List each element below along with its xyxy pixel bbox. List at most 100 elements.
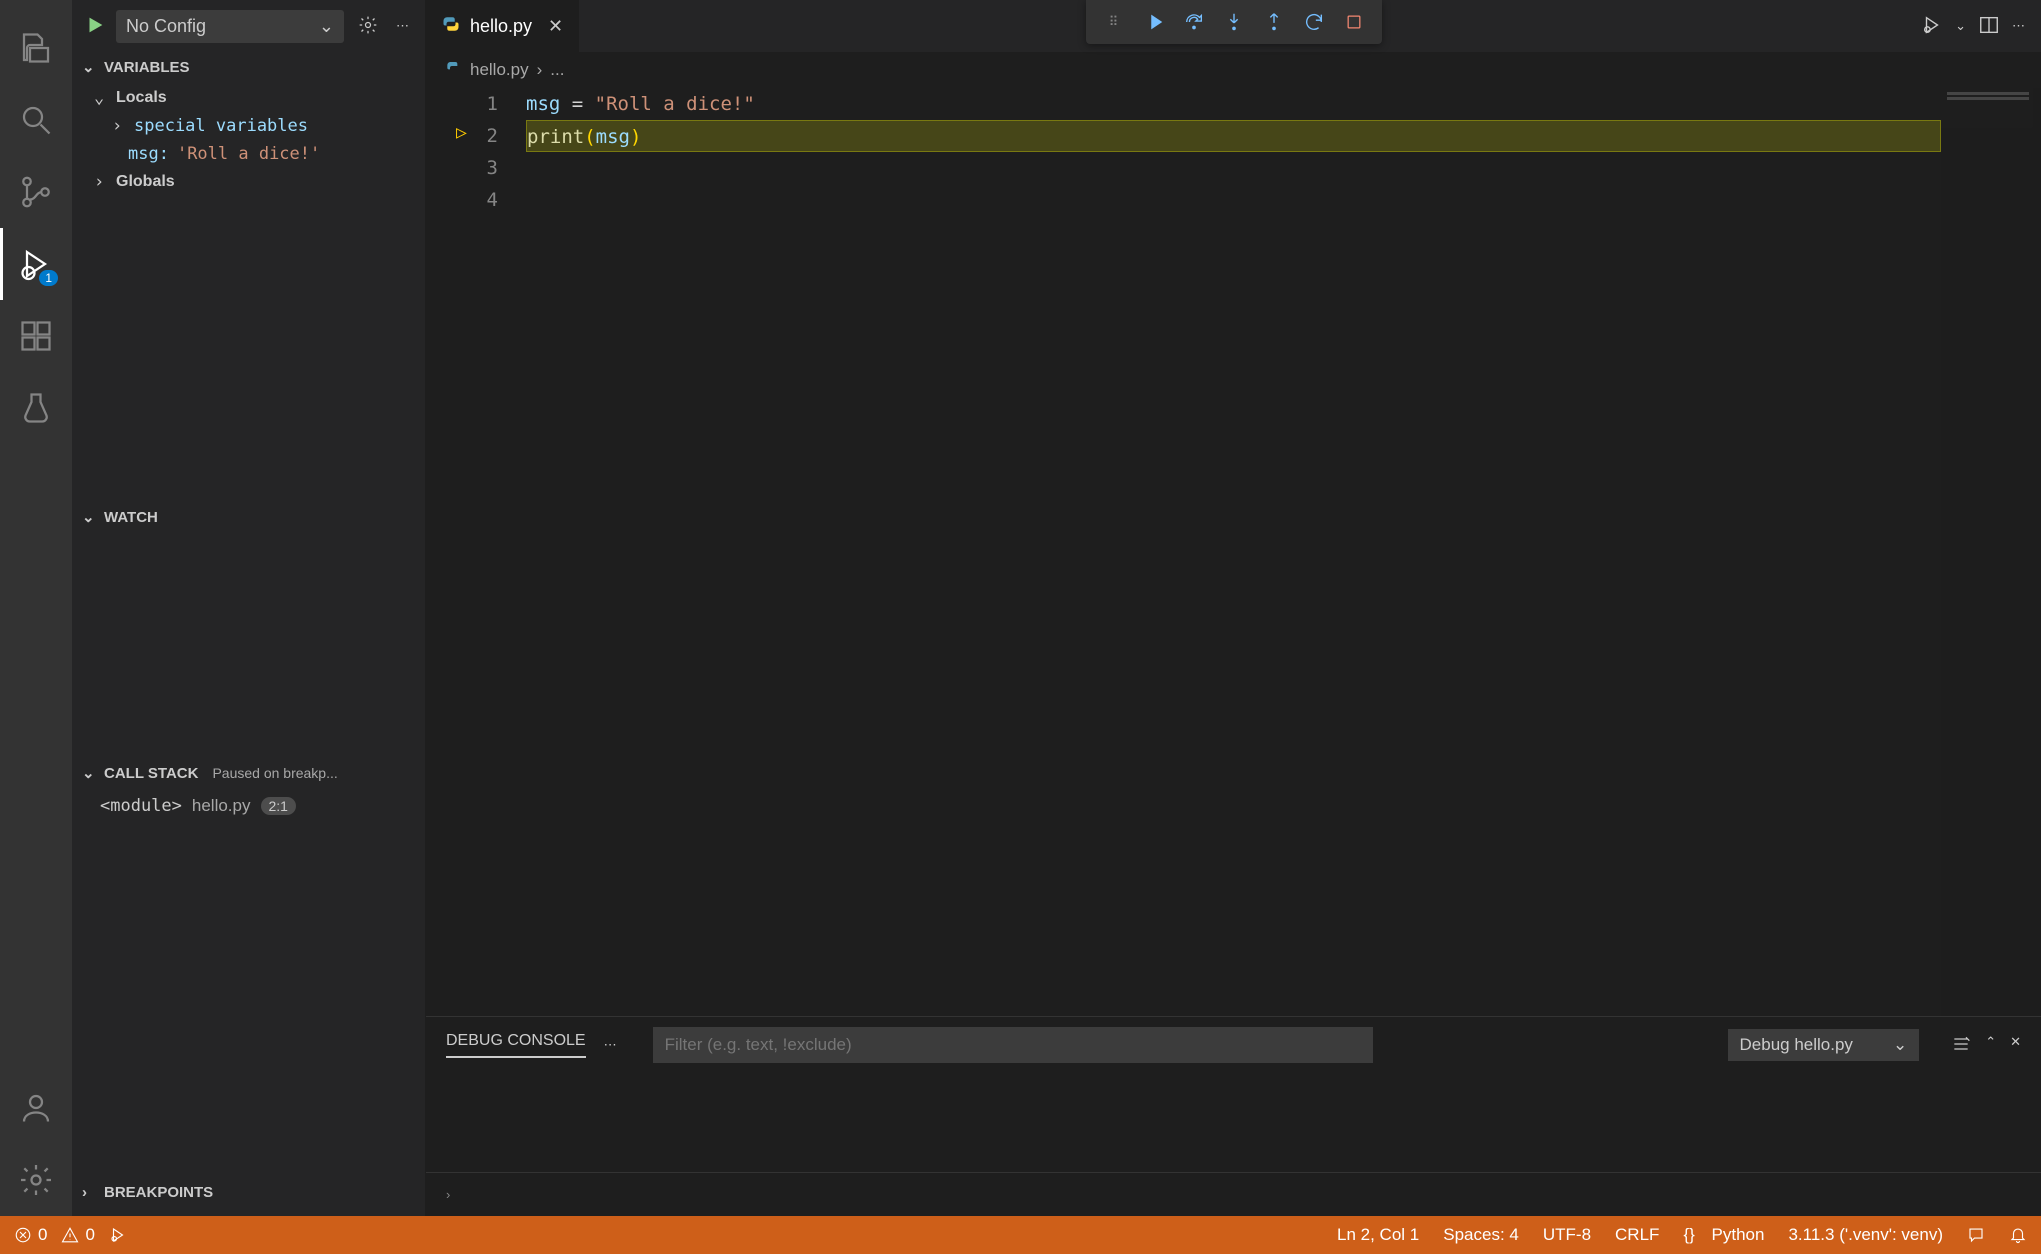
chevron-down-icon[interactable]: ⌄	[1955, 18, 1966, 34]
explorer-icon[interactable]	[0, 12, 72, 84]
chevron-right-icon: ›	[446, 1187, 450, 1202]
scope-label: Globals	[116, 173, 175, 191]
status-bar: 0 0 Ln 2, Col 1 Spaces: 4 UTF-8 CRLF {} …	[0, 1216, 2041, 1254]
status-spaces[interactable]: Spaces: 4	[1443, 1225, 1519, 1245]
status-interpreter[interactable]: 3.11.3 ('.venv': venv)	[1788, 1225, 1943, 1245]
start-debug-icon[interactable]	[84, 14, 106, 39]
frame-module: <module>	[100, 796, 182, 816]
tab-debug-console[interactable]: DEBUG CONSOLE	[446, 1032, 586, 1058]
callstack-status: Paused on breakp...	[212, 765, 337, 781]
variable-msg-row[interactable]: msg: 'Roll a dice!'	[72, 140, 425, 168]
debug-config-label: No Config	[126, 16, 206, 37]
special-variables-row[interactable]: › special variables	[72, 112, 425, 140]
code-content: ▷ msg = "Roll a dice!" print(msg)	[526, 88, 2041, 1016]
status-feedback-icon[interactable]	[1967, 1226, 1985, 1244]
tab-label: hello.py	[470, 16, 532, 37]
debug-settings-gear-icon[interactable]	[354, 11, 382, 42]
status-warnings[interactable]: 0	[61, 1225, 94, 1245]
callstack-frame[interactable]: <module> hello.py 2:1	[72, 790, 425, 822]
chevron-down-icon: ⌄	[1893, 1035, 1907, 1055]
watch-title: WATCH	[104, 509, 158, 526]
debug-config-select[interactable]: No Config ⌄	[116, 10, 344, 43]
search-icon[interactable]	[0, 84, 72, 156]
line-number: 3	[426, 152, 498, 184]
step-out-button[interactable]	[1256, 6, 1292, 38]
code-line	[526, 184, 2041, 216]
collapse-icon[interactable]: ⌃	[1985, 1034, 1996, 1057]
filter-input[interactable]	[653, 1027, 1373, 1063]
step-over-button[interactable]	[1176, 6, 1212, 38]
run-debug-action-icon[interactable]	[1921, 14, 1943, 39]
close-panel-icon[interactable]: ✕	[2010, 1034, 2021, 1057]
accounts-icon[interactable]	[0, 1072, 72, 1144]
code-line	[526, 152, 2041, 184]
chevron-right-icon: ›	[82, 1184, 96, 1201]
testing-icon[interactable]	[0, 372, 72, 444]
editor-actions: ⌄ ⋯	[1921, 0, 2041, 52]
line-number: 4	[426, 184, 498, 216]
settings-gear-icon[interactable]	[0, 1144, 72, 1216]
split-editor-icon[interactable]	[1978, 14, 2000, 39]
watch-panel-header[interactable]: ⌄ WATCH	[72, 502, 425, 532]
debug-badge: 1	[39, 270, 58, 286]
debug-toolbar: ⠿	[1086, 0, 1382, 44]
step-into-button[interactable]	[1216, 6, 1252, 38]
extensions-icon[interactable]	[0, 300, 72, 372]
code-line-current: print(msg)	[526, 120, 1941, 152]
breadcrumb-more: ...	[550, 60, 564, 80]
variables-panel-header[interactable]: ⌄ VARIABLES	[72, 52, 425, 82]
chevron-right-icon: ›	[537, 60, 543, 80]
breadcrumb[interactable]: hello.py › ...	[426, 52, 2041, 88]
status-bell-icon[interactable]	[2009, 1226, 2027, 1244]
minimap[interactable]	[1941, 88, 2041, 1016]
status-debug-icon[interactable]	[109, 1226, 127, 1244]
python-file-icon	[442, 15, 460, 38]
scope-locals[interactable]: ⌄ Locals	[72, 84, 425, 112]
chevron-down-icon: ⌄	[82, 764, 96, 782]
debug-config-header: No Config ⌄ ⋯	[72, 0, 425, 52]
editor-region: ⠿ hello.py ✕ ⌄ ⋯ hello.py	[426, 0, 2041, 1216]
debug-session-select[interactable]: Debug hello.py ⌄	[1728, 1029, 1920, 1061]
status-cursor[interactable]: Ln 2, Col 1	[1337, 1225, 1419, 1245]
source-control-icon[interactable]	[0, 156, 72, 228]
run-debug-icon[interactable]: 1	[0, 228, 72, 300]
more-editor-actions-icon[interactable]: ⋯	[2012, 18, 2025, 34]
breakpoints-panel-header[interactable]: › BREAKPOINTS	[72, 1178, 425, 1207]
chevron-down-icon: ⌄	[319, 16, 334, 37]
close-tab-icon[interactable]: ✕	[548, 16, 563, 37]
breadcrumb-file: hello.py	[470, 60, 529, 80]
status-encoding[interactable]: UTF-8	[1543, 1225, 1591, 1245]
frame-file: hello.py	[192, 796, 251, 816]
status-eol[interactable]: CRLF	[1615, 1225, 1659, 1245]
debug-repl[interactable]: ›	[426, 1172, 2041, 1216]
chevron-right-icon: ›	[112, 116, 126, 136]
scope-globals[interactable]: › Globals	[72, 168, 425, 196]
activity-bar: 1	[0, 0, 72, 1216]
watch-panel: ⌄ WATCH	[72, 502, 425, 758]
scope-label: Locals	[116, 89, 167, 107]
more-tabs-icon[interactable]: ⋯	[604, 1037, 617, 1053]
clear-console-icon[interactable]	[1951, 1034, 1971, 1057]
frame-position: 2:1	[261, 797, 296, 815]
status-errors[interactable]: 0	[14, 1225, 47, 1245]
drag-handle-icon[interactable]: ⠿	[1096, 6, 1132, 38]
variables-panel: ⌄ VARIABLES ⌄ Locals › special variables…	[72, 52, 425, 502]
continue-button[interactable]	[1136, 6, 1172, 38]
stop-button[interactable]	[1336, 6, 1372, 38]
callstack-title: CALL STACK	[104, 765, 198, 782]
special-variables-label: special variables	[134, 116, 308, 136]
code-line: msg = "Roll a dice!"	[526, 88, 2041, 120]
tab-hello-py[interactable]: hello.py ✕	[426, 0, 580, 52]
more-actions-icon[interactable]: ⋯	[392, 14, 413, 38]
chevron-down-icon: ⌄	[82, 58, 96, 76]
panel-tabs: DEBUG CONSOLE ⋯ Debug hello.py ⌄ ⌃ ✕	[426, 1017, 2041, 1073]
status-language[interactable]: {} Python	[1683, 1225, 1764, 1245]
debug-console-filter	[653, 1027, 1692, 1063]
callstack-panel-header[interactable]: ⌄ CALL STACK Paused on breakp...	[72, 758, 425, 788]
chevron-right-icon: ›	[94, 172, 108, 192]
breakpoints-panel: › BREAKPOINTS	[72, 1178, 425, 1216]
breakpoints-title: BREAKPOINTS	[104, 1184, 213, 1201]
line-gutter: 1 2 3 4	[426, 88, 526, 1016]
code-editor[interactable]: 1 2 3 4 ▷ msg = "Roll a dice!" print(msg…	[426, 88, 2041, 1016]
restart-button[interactable]	[1296, 6, 1332, 38]
